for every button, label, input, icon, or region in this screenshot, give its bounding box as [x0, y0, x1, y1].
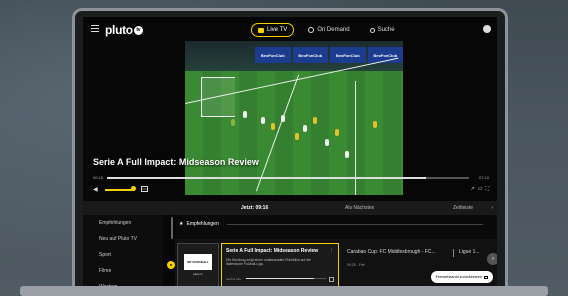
- next-program-2-title: Ligue 1...: [459, 249, 480, 255]
- player: [231, 119, 235, 126]
- player: [325, 139, 329, 146]
- ad-board: BeoFonClub: [292, 47, 328, 63]
- share-icon[interactable]: ↗: [471, 186, 475, 192]
- tv-icon: [484, 275, 488, 279]
- more-options-icon[interactable]: ⋮: [329, 248, 334, 254]
- logo-badge: tv: [133, 26, 143, 36]
- guide-header: Jetzt: 09:16 Als Nächstes Zeitleiste ›: [83, 201, 497, 215]
- nav-tabs: Live TV On Demand Suche: [251, 23, 401, 37]
- user-icon[interactable]: [483, 25, 491, 33]
- guide-next-label: Als Nächstes: [345, 205, 375, 211]
- tv-icon: [258, 27, 264, 33]
- time-total: 07:10: [478, 175, 489, 180]
- progress-fill: [107, 177, 426, 179]
- player-controls: ◀ CC ↗ ▭ ⛶: [93, 185, 489, 195]
- cta-label: Fernsehkanal zurücksetzen: [435, 275, 482, 279]
- search-icon: [369, 27, 375, 33]
- reset-channel-button[interactable]: Fernsehkanal zurücksetzen: [430, 271, 493, 283]
- menu-icon[interactable]: [91, 25, 99, 33]
- playing-indicator-icon: ●: [167, 261, 175, 269]
- category-sidebar: Empfehlungen Neu auf Pluto TV Sport Film…: [83, 215, 163, 293]
- tab-on-demand-label: On Demand: [317, 27, 350, 33]
- tab-search-label: Suche: [377, 27, 395, 33]
- player: [303, 125, 307, 132]
- next-program-time: 09:25 - Frei: [347, 263, 365, 267]
- tab-search[interactable]: Suche: [364, 24, 401, 36]
- progress-track[interactable]: [107, 177, 469, 179]
- logo-text: pluto: [105, 23, 133, 37]
- time-elapsed: 00:15: [93, 175, 104, 180]
- video-player[interactable]: BeoFonClub BeoFonClub BeoFonClub BeoFonC…: [185, 41, 403, 195]
- now-playing-card[interactable]: Serie A Full Impact: Midseason Review Di…: [221, 243, 339, 287]
- player: [281, 115, 285, 122]
- volume-knob[interactable]: [131, 186, 136, 191]
- ad-board: BeoFonClub: [330, 47, 366, 63]
- channel-name: pluto tv: [193, 272, 203, 276]
- section-title: Empfehlungen: [186, 221, 219, 227]
- category-item[interactable]: Neu auf Pluto TV: [83, 231, 163, 247]
- player: [345, 151, 349, 158]
- subtitles-icon[interactable]: CC: [141, 186, 148, 192]
- ad-board: BeoFonClub: [255, 47, 291, 63]
- now-program-title: Serie A Full Impact: Midseason Review: [226, 248, 319, 254]
- video-title: Serie A Full Impact: Midseason Review: [93, 157, 259, 167]
- volume-fill: [105, 189, 132, 191]
- player: [335, 129, 339, 136]
- pluto-logo[interactable]: pluto tv: [105, 23, 143, 37]
- tab-on-demand[interactable]: On Demand: [302, 24, 355, 36]
- player: [295, 133, 299, 140]
- player: [373, 121, 377, 128]
- channel-row: ● MY FOOTBALL pluto tv Serie A Full Impa…: [167, 239, 497, 289]
- fullscreen-icon[interactable]: ⛶: [485, 186, 489, 192]
- pip-icon[interactable]: ▭: [478, 186, 483, 192]
- player: [261, 117, 265, 124]
- app-screen: pluto tv Live TV On Demand Suche BeoFonC…: [83, 17, 497, 293]
- category-item[interactable]: Sport: [83, 247, 163, 263]
- laptop-base: [20, 286, 548, 296]
- now-program-progress: [246, 278, 326, 279]
- play-circle-icon: [308, 27, 315, 33]
- guide-timeline-label[interactable]: Zeitleiste: [453, 205, 473, 211]
- info-icon[interactable]: [329, 277, 334, 282]
- volume-icon[interactable]: ◀: [93, 186, 98, 193]
- player: [243, 111, 247, 118]
- channel-badge: MY FOOTBALL: [184, 254, 212, 270]
- divider: [227, 224, 483, 225]
- right-controls: ↗ ▭ ⛶: [471, 186, 489, 192]
- category-item[interactable]: Empfehlungen: [83, 215, 163, 231]
- tab-live-tv[interactable]: Live TV: [251, 23, 295, 37]
- player: [271, 123, 275, 130]
- chevron-right-icon[interactable]: ›: [491, 205, 493, 211]
- top-nav: pluto tv Live TV On Demand Suche: [83, 17, 497, 43]
- channel-logo[interactable]: MY FOOTBALL pluto tv: [177, 243, 219, 287]
- section-header: ★ Empfehlungen: [179, 221, 219, 227]
- now-program-progress-fill: [246, 278, 314, 279]
- player: [313, 117, 317, 124]
- goal-net: [201, 77, 235, 117]
- laptop-frame: pluto tv Live TV On Demand Suche BeoFonC…: [72, 8, 508, 296]
- divider: [453, 249, 454, 257]
- guide-main: ★ Empfehlungen ● MY FOOTBALL pluto tv Se…: [167, 215, 497, 293]
- tab-live-tv-label: Live TV: [267, 27, 288, 33]
- now-program-meta: noch 6 min: [226, 277, 241, 281]
- guide-now-label: Jetzt: 09:16: [241, 205, 269, 211]
- now-program-description: Die Sendung zeigt einen umfassenden Rück…: [226, 258, 311, 267]
- star-icon: ★: [179, 221, 184, 227]
- scrollbar[interactable]: [171, 217, 173, 239]
- chevron-right-icon[interactable]: ›: [487, 253, 497, 265]
- category-item[interactable]: Filme: [83, 263, 163, 279]
